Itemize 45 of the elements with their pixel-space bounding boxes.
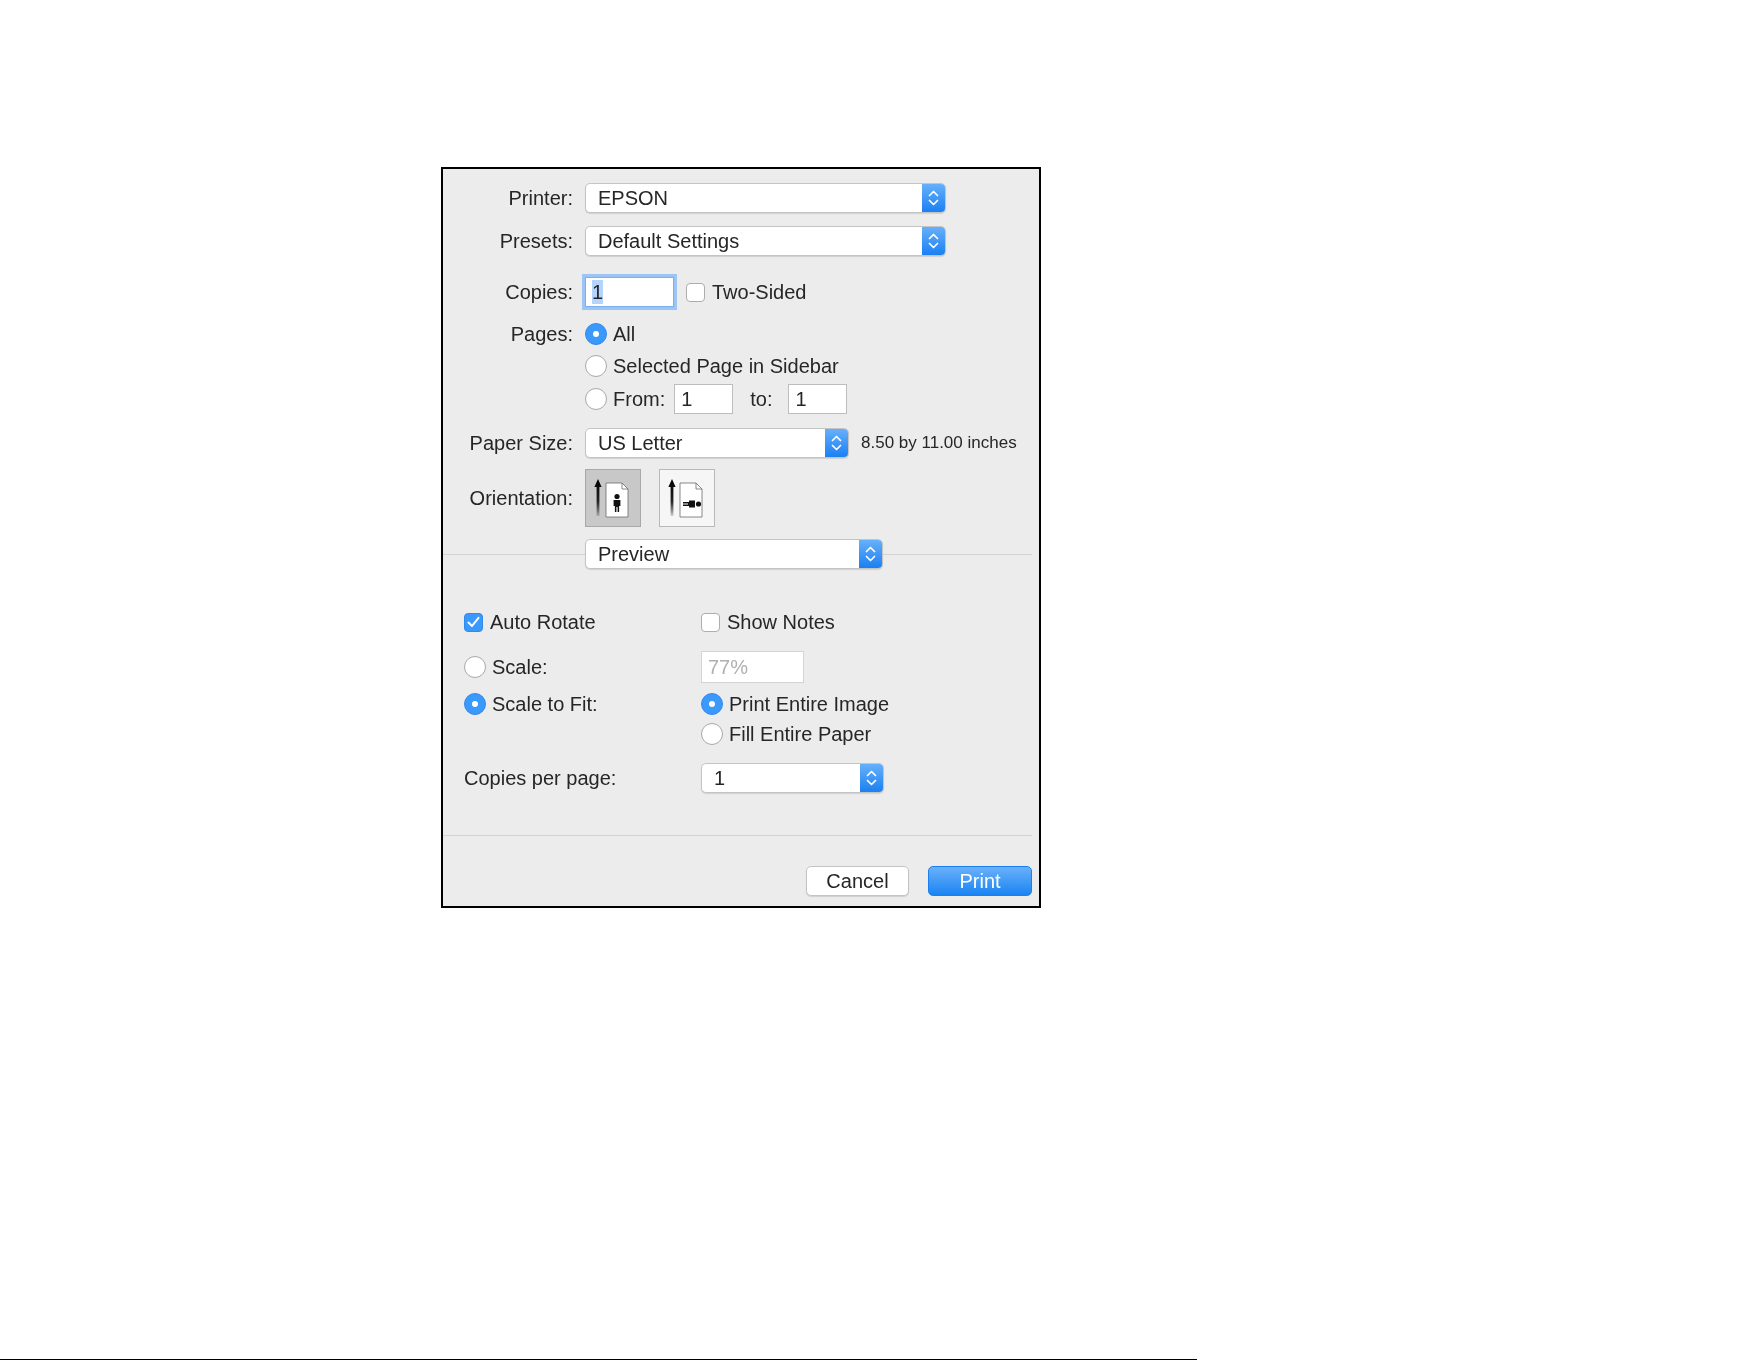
checkbox-label: Two-Sided: [712, 280, 807, 304]
radio-button[interactable]: [585, 323, 607, 345]
option-label: Selected Page in Sidebar: [613, 354, 839, 378]
panel-dropdown[interactable]: Preview: [585, 539, 883, 569]
option-label: Fill Entire Paper: [729, 722, 872, 746]
radio-button[interactable]: [585, 388, 607, 410]
field-label: Copies per page:: [464, 765, 617, 790]
cancel-button[interactable]: Cancel: [806, 866, 909, 896]
field-label: Copies:: [504, 280, 573, 304]
landscape-button[interactable]: [659, 469, 715, 527]
radio-button[interactable]: [585, 355, 607, 377]
option-label: All: [613, 322, 636, 346]
copies-field[interactable]: 1: [585, 277, 674, 307]
radio-button[interactable]: [701, 723, 723, 745]
to-label: to:: [750, 387, 773, 411]
option-label: Print Entire Image: [729, 692, 890, 716]
from-field[interactable]: 1: [674, 384, 734, 414]
presets-dropdown[interactable]: Default Settings: [585, 226, 946, 256]
to-field[interactable]: 1: [788, 384, 848, 414]
checkmark-icon: [467, 616, 480, 628]
radio-button[interactable]: [464, 693, 486, 715]
updown-chevron-icon: [922, 227, 945, 255]
updown-chevron-icon: [859, 540, 882, 568]
option-label: Scale:: [492, 655, 548, 679]
field-label: Pages:: [509, 322, 573, 346]
printer-dropdown[interactable]: EPSON: [585, 183, 946, 213]
checkbox-label: Auto Rotate: [490, 610, 596, 634]
field-label: Orientation:: [468, 486, 573, 510]
updown-chevron-icon: [922, 184, 945, 212]
checkbox[interactable]: [686, 282, 705, 302]
updown-chevron-icon: [860, 763, 883, 792]
copies-per-page-dropdown[interactable]: 1: [701, 762, 884, 793]
radio-button[interactable]: [701, 693, 723, 715]
updown-chevron-icon: [825, 429, 848, 457]
paper-size-dropdown[interactable]: US Letter: [585, 428, 849, 458]
option-label: From:: [613, 387, 666, 411]
field-label: Printer:: [507, 186, 573, 210]
checkbox[interactable]: [464, 612, 483, 632]
field-label: Presets:: [498, 229, 573, 253]
checkbox[interactable]: [701, 612, 720, 632]
option-label: Scale to Fit:: [492, 692, 598, 716]
checkbox-label: Show Notes: [727, 610, 835, 634]
field-label: Paper Size:: [468, 431, 573, 455]
paper-dimensions: 8.50 by 11.00 inches: [861, 432, 1017, 454]
portrait-button[interactable]: [585, 469, 641, 527]
